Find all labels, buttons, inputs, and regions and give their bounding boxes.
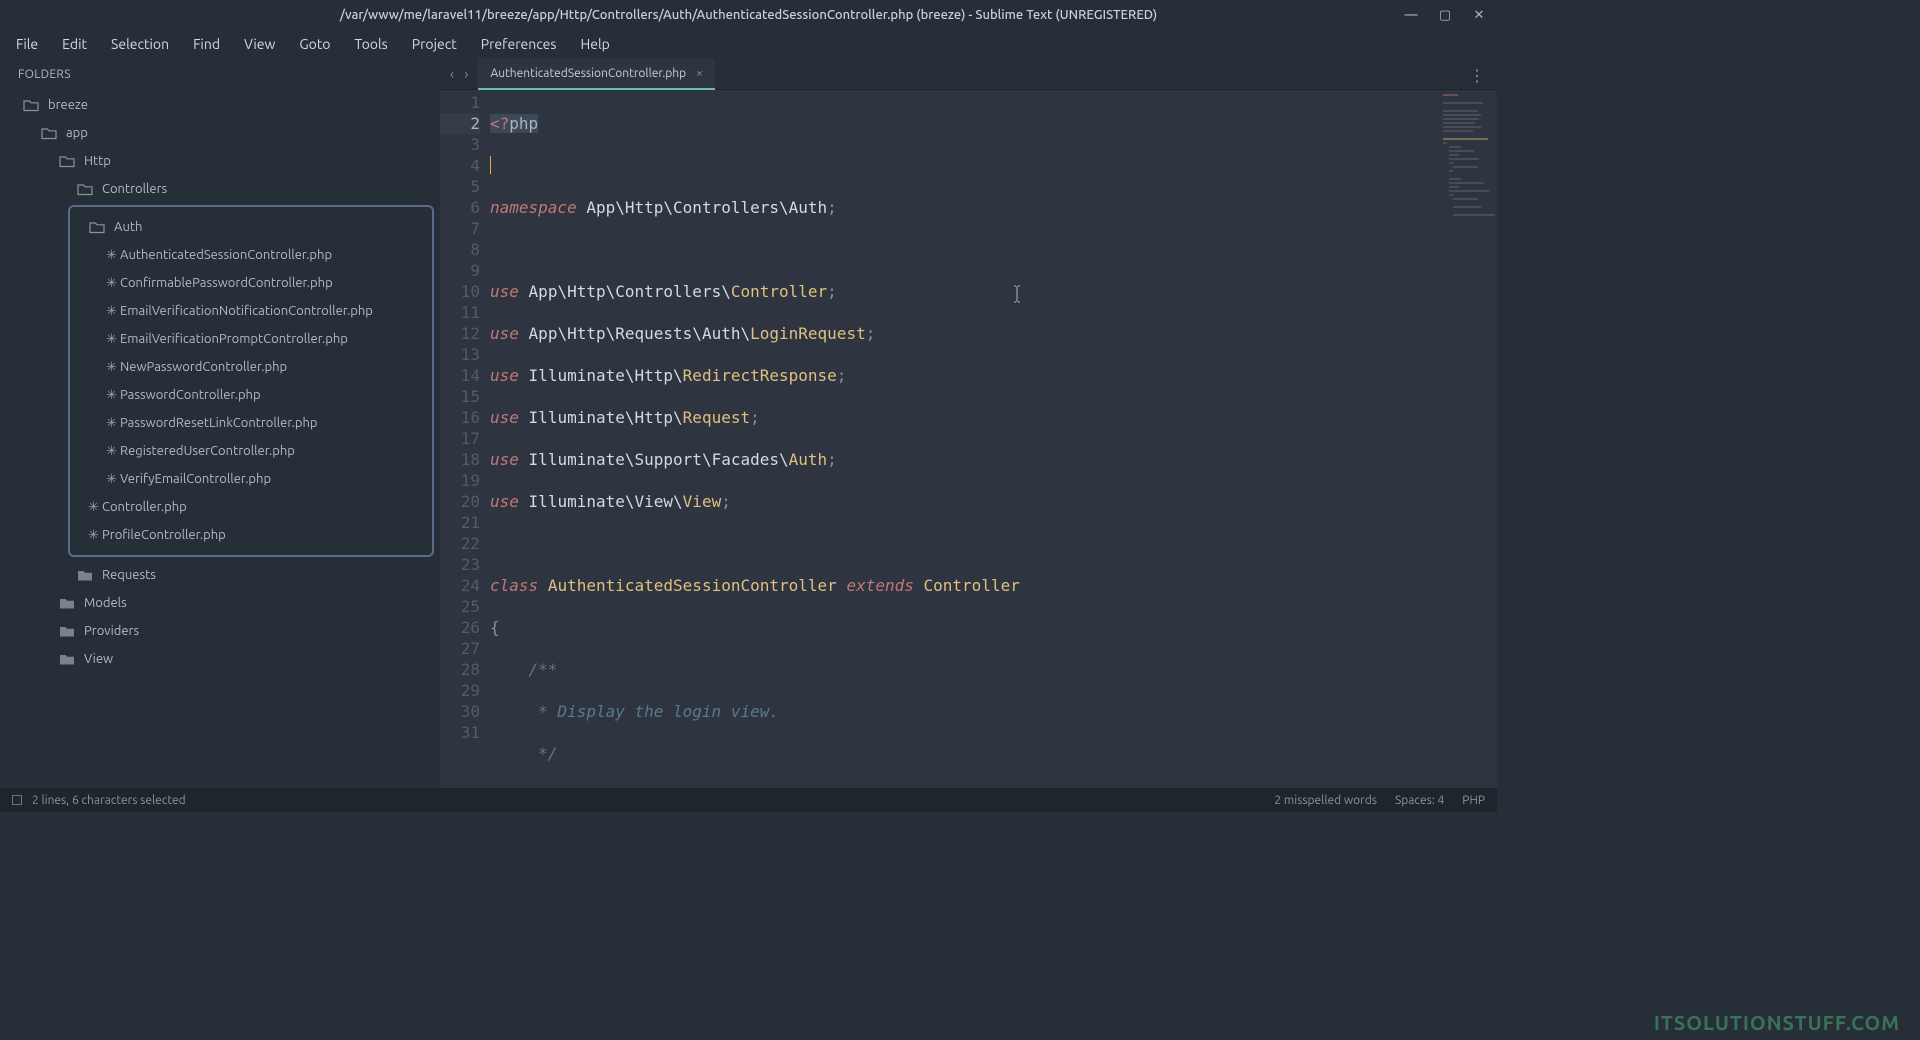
dirty-icon: ✳ — [106, 389, 116, 402]
more-menu-icon[interactable]: ⋮ — [1469, 66, 1485, 85]
status-spell[interactable]: 2 misspelled words — [1274, 794, 1377, 807]
highlight-box: Auth ✳AuthenticatedSessionController.php… — [68, 205, 434, 557]
folder-open-icon — [58, 153, 76, 169]
tab-label: AuthenticatedSessionController.php — [490, 67, 686, 80]
status-spaces[interactable]: Spaces: 4 — [1395, 794, 1444, 807]
tree-file[interactable]: ✳PasswordResetLinkController.php — [70, 409, 432, 437]
tree-folder-models[interactable]: Models — [0, 589, 440, 617]
sidebar-header: FOLDERS — [0, 58, 440, 91]
nav-forward-icon[interactable]: › — [464, 65, 468, 82]
folder-open-icon — [76, 181, 94, 197]
sidebar: FOLDERS breeze app Http Controllers — [0, 58, 440, 788]
dirty-icon: ✳ — [106, 473, 116, 486]
tab-nav: ‹ › — [440, 65, 478, 82]
status-selection: 2 lines, 6 characters selected — [32, 794, 186, 807]
tab-row: ‹ › AuthenticatedSessionController.php ×… — [440, 58, 1497, 90]
watermark: ITSOLUTIONSTUFF.COM — [1654, 1011, 1900, 1034]
dirty-icon: ✳ — [106, 417, 116, 430]
menu-file[interactable]: File — [4, 32, 50, 56]
tree-folder-http[interactable]: Http — [0, 147, 440, 175]
tree-file[interactable]: ✳AuthenticatedSessionController.php — [70, 241, 432, 269]
gutter: 1 2 3 4 5 6 7 8 9 10 11 12 13 14 15 16 1… — [440, 90, 490, 788]
dirty-icon: ✳ — [106, 445, 116, 458]
dirty-icon: ✳ — [106, 277, 116, 290]
dirty-icon: ✳ — [106, 249, 116, 262]
dirty-icon: ✳ — [88, 529, 98, 542]
tree-folder-view[interactable]: View — [0, 645, 440, 673]
close-button[interactable]: ✕ — [1471, 7, 1487, 23]
status-lang[interactable]: PHP — [1462, 794, 1485, 807]
code-view[interactable]: 1 2 3 4 5 6 7 8 9 10 11 12 13 14 15 16 1… — [440, 90, 1497, 788]
tree-file[interactable]: ✳EmailVerificationPromptController.php — [70, 325, 432, 353]
dirty-icon: ✳ — [106, 305, 116, 318]
nav-back-icon[interactable]: ‹ — [450, 65, 454, 82]
titlebar: /var/www/me/laravel11/breeze/app/Http/Co… — [0, 0, 1497, 30]
menubar: File Edit Selection Find View Goto Tools… — [0, 30, 1497, 58]
folder-open-icon — [22, 97, 40, 113]
folder-icon — [76, 567, 94, 583]
minimap[interactable] — [1437, 90, 1497, 788]
tree-folder-app[interactable]: app — [0, 119, 440, 147]
menu-goto[interactable]: Goto — [287, 32, 342, 56]
minimize-button[interactable]: — — [1403, 7, 1419, 23]
tree-file[interactable]: ✳VerifyEmailController.php — [70, 465, 432, 493]
menu-selection[interactable]: Selection — [99, 32, 181, 56]
tree-file[interactable]: ✳ConfirmablePasswordController.php — [70, 269, 432, 297]
editor-area: ‹ › AuthenticatedSessionController.php ×… — [440, 58, 1497, 788]
statusbar: 2 lines, 6 characters selected 2 misspel… — [0, 788, 1497, 812]
window-controls: — ▢ ✕ — [1403, 7, 1487, 23]
tree-file[interactable]: ✳EmailVerificationNotificationController… — [70, 297, 432, 325]
tree-file[interactable]: ✳PasswordController.php — [70, 381, 432, 409]
tree-folder-breeze[interactable]: breeze — [0, 91, 440, 119]
folder-icon — [58, 595, 76, 611]
folder-icon — [58, 623, 76, 639]
maximize-button[interactable]: ▢ — [1437, 7, 1453, 23]
dirty-icon: ✳ — [106, 333, 116, 346]
dirty-icon: ✳ — [106, 361, 116, 374]
tree-folder-requests[interactable]: Requests — [0, 561, 440, 589]
tab-close-icon[interactable]: × — [696, 67, 703, 80]
status-indicator-icon[interactable] — [12, 795, 22, 805]
folder-icon — [58, 651, 76, 667]
dirty-icon: ✳ — [88, 501, 98, 514]
window-title: /var/www/me/laravel11/breeze/app/Http/Co… — [340, 8, 1157, 22]
menu-tools[interactable]: Tools — [343, 32, 400, 56]
code-content[interactable]: <?php namespace App\Http\Controllers\Aut… — [490, 90, 1497, 788]
tree-folder-providers[interactable]: Providers — [0, 617, 440, 645]
folder-open-icon — [40, 125, 58, 141]
folder-open-icon — [88, 219, 106, 235]
menu-project[interactable]: Project — [400, 32, 469, 56]
tree-file[interactable]: ✳NewPasswordController.php — [70, 353, 432, 381]
menu-edit[interactable]: Edit — [50, 32, 99, 56]
menu-view[interactable]: View — [232, 32, 287, 56]
menu-help[interactable]: Help — [568, 32, 621, 56]
menu-preferences[interactable]: Preferences — [469, 32, 569, 56]
folder-tree[interactable]: breeze app Http Controllers Auth ✳Authen… — [0, 91, 440, 788]
tree-file[interactable]: ✳ProfileController.php — [70, 521, 432, 549]
tab-file[interactable]: AuthenticatedSessionController.php × — [478, 58, 715, 90]
tree-file[interactable]: ✳RegisteredUserController.php — [70, 437, 432, 465]
menu-find[interactable]: Find — [181, 32, 232, 56]
tree-file[interactable]: ✳Controller.php — [70, 493, 432, 521]
tree-folder-auth[interactable]: Auth — [70, 213, 432, 241]
tree-folder-controllers[interactable]: Controllers — [0, 175, 440, 203]
